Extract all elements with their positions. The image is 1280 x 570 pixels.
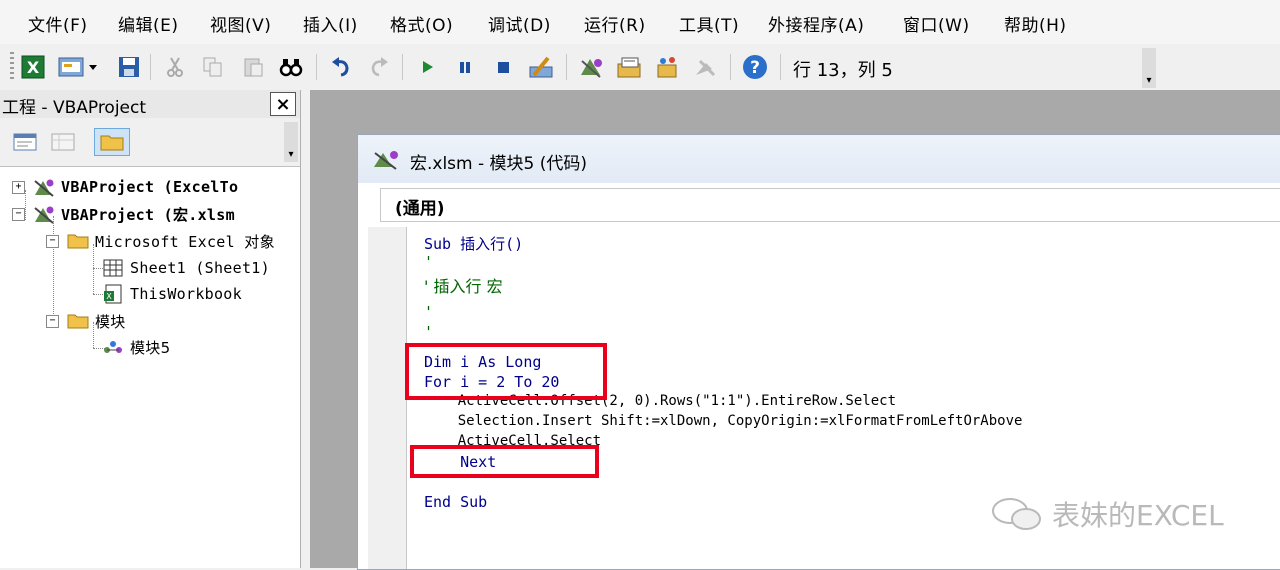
code-window-title: 宏.xlsm - 模块5 (代码) — [410, 154, 588, 174]
svg-text:X: X — [106, 292, 112, 301]
project-explorer-title: 工程 - VBAProject — [2, 98, 147, 118]
code-window-titlebar[interactable]: 宏.xlsm - 模块5 (代码) — [358, 135, 1280, 183]
project-explorer-toolbar: ▾ — [0, 118, 300, 167]
cursor-position-readout: 行 13，列 5 — [793, 60, 893, 81]
toolbox-icon[interactable] — [692, 54, 718, 80]
worksheet-icon — [102, 258, 124, 278]
tree-item-label: VBAProject (ExcelTo — [61, 178, 239, 196]
highlight-box-dim-for — [405, 343, 607, 400]
watermark: 表妹的EXCEL — [990, 494, 1224, 534]
run-icon[interactable] — [414, 54, 440, 80]
project-explorer-panel: 工程 - VBAProject × ▾ + VBAProject (ExcelT… — [0, 90, 301, 568]
tree-item-modules[interactable]: − 模块 — [46, 310, 126, 332]
code-line-text: Sub 插入行() — [424, 235, 524, 253]
code-margin-indicator-bar[interactable] — [368, 227, 407, 569]
vbaproject-icon — [33, 177, 55, 197]
folder-icon — [67, 231, 89, 251]
highlight-box-next — [410, 445, 599, 478]
menu-run[interactable]: 运行(R) — [584, 11, 646, 36]
tree-item-label: 模块5 — [130, 338, 171, 357]
object-dropdown[interactable]: (通用) — [380, 188, 1280, 222]
object-browser-icon[interactable] — [654, 54, 680, 80]
toolbar-separator — [780, 54, 781, 80]
module-icon — [372, 147, 400, 175]
project-explorer-icon[interactable] — [578, 54, 604, 80]
watermark-text: 表妹的EXCEL — [1052, 499, 1224, 532]
tree-item-label: ThisWorkbook — [130, 285, 242, 303]
object-dropdown-value: (通用) — [395, 199, 445, 219]
code-line: ' 插入行 宏 — [424, 277, 503, 296]
menu-debug[interactable]: 调试(D) — [488, 11, 551, 36]
tree-item-sheet1[interactable]: Sheet1 (Sheet1) — [102, 257, 270, 279]
menu-bar: 文件(F) 编辑(E) 视图(V) 插入(I) 格式(O) 调试(D) 运行(R… — [0, 0, 1280, 44]
reset-icon[interactable] — [490, 54, 516, 80]
vbaproject-icon — [33, 204, 55, 224]
code-line: Selection.Insert Shift:=xlDown, CopyOrig… — [424, 413, 1023, 429]
folder-icon — [67, 311, 89, 331]
menu-edit[interactable]: 编辑(E) — [118, 11, 179, 36]
toggle-folders-icon[interactable] — [94, 128, 130, 156]
tree-item-module5[interactable]: 模块5 — [102, 336, 170, 358]
cut-icon[interactable] — [162, 54, 188, 80]
toolbar-separator — [402, 54, 403, 80]
design-mode-icon[interactable] — [528, 54, 554, 80]
menu-format[interactable]: 格式(O) — [390, 11, 453, 36]
workbook-icon: X — [102, 284, 124, 304]
redo-icon[interactable] — [366, 54, 392, 80]
collapse-icon[interactable]: − — [12, 207, 25, 221]
menu-insert[interactable]: 插入(I) — [303, 11, 358, 36]
toolbar-separator — [730, 54, 731, 80]
code-line: ' — [424, 253, 434, 271]
tree-item-excel-objects[interactable]: − Microsoft Excel 对象 — [46, 230, 275, 252]
tree-item-thisworkbook[interactable]: X ThisWorkbook — [102, 283, 242, 305]
module-icon — [102, 337, 124, 357]
find-icon[interactable] — [278, 54, 304, 80]
tree-item-label: VBAProject (宏.xlsm — [61, 205, 235, 224]
menu-window[interactable]: 窗口(W) — [903, 11, 970, 36]
collapse-icon[interactable]: − — [46, 234, 59, 248]
tree-item-vbaproject-macro[interactable]: − VBAProject (宏.xlsm — [12, 203, 235, 225]
paste-icon[interactable] — [240, 54, 266, 80]
tree-item-label: Microsoft Excel 对象 — [95, 232, 275, 251]
standard-toolbar: X ? 行 13，列 5 ▾ — [0, 44, 1280, 90]
project-toolbar-chevron-icon[interactable]: ▾ — [284, 122, 298, 162]
help-icon[interactable]: ? — [742, 54, 768, 80]
toolbar-separator — [316, 54, 317, 80]
tree-item-vbaproject-exceltools[interactable]: + VBAProject (ExcelTo — [12, 176, 238, 198]
undo-icon[interactable] — [328, 54, 354, 80]
expand-icon[interactable]: + — [12, 180, 25, 194]
insert-userform-icon[interactable] — [58, 54, 84, 80]
toolbar-options-chevron-icon[interactable]: ▾ — [1142, 48, 1156, 88]
menu-view[interactable]: 视图(V) — [210, 11, 271, 36]
insert-dropdown-chevron-icon[interactable] — [86, 54, 100, 80]
break-icon[interactable] — [452, 54, 478, 80]
menu-file[interactable]: 文件(F) — [28, 11, 88, 36]
menu-tools[interactable]: 工具(T) — [679, 11, 739, 36]
code-line: ' — [424, 303, 434, 321]
save-icon[interactable] — [116, 54, 142, 80]
menu-help[interactable]: 帮助(H) — [1004, 11, 1067, 36]
svg-text:?: ? — [750, 58, 760, 78]
view-excel-icon[interactable]: X — [20, 54, 46, 80]
collapse-icon[interactable]: − — [46, 314, 59, 328]
code-line: End Sub — [424, 493, 488, 511]
toolbar-grip[interactable] — [10, 52, 14, 82]
copy-icon[interactable] — [200, 54, 226, 80]
tree-item-label: Sheet1 (Sheet1) — [130, 259, 270, 277]
code-line: ' — [424, 323, 434, 341]
wechat-icon — [992, 498, 1041, 530]
view-code-icon[interactable] — [10, 128, 40, 156]
project-tree: + VBAProject (ExcelTo − VBAProject (宏.xl… — [0, 168, 300, 568]
svg-text:X: X — [27, 58, 40, 77]
menu-addins[interactable]: 外接程序(A) — [768, 11, 864, 36]
toolbar-separator — [150, 54, 151, 80]
properties-window-icon[interactable] — [616, 54, 642, 80]
view-object-icon[interactable] — [48, 128, 78, 156]
code-line: Sub 插入行() — [424, 233, 523, 254]
tree-item-label: 模块 — [95, 312, 126, 331]
toolbar-separator — [566, 54, 567, 80]
close-icon[interactable]: × — [270, 92, 296, 116]
project-explorer-titlebar[interactable]: 工程 - VBAProject × — [0, 90, 300, 118]
